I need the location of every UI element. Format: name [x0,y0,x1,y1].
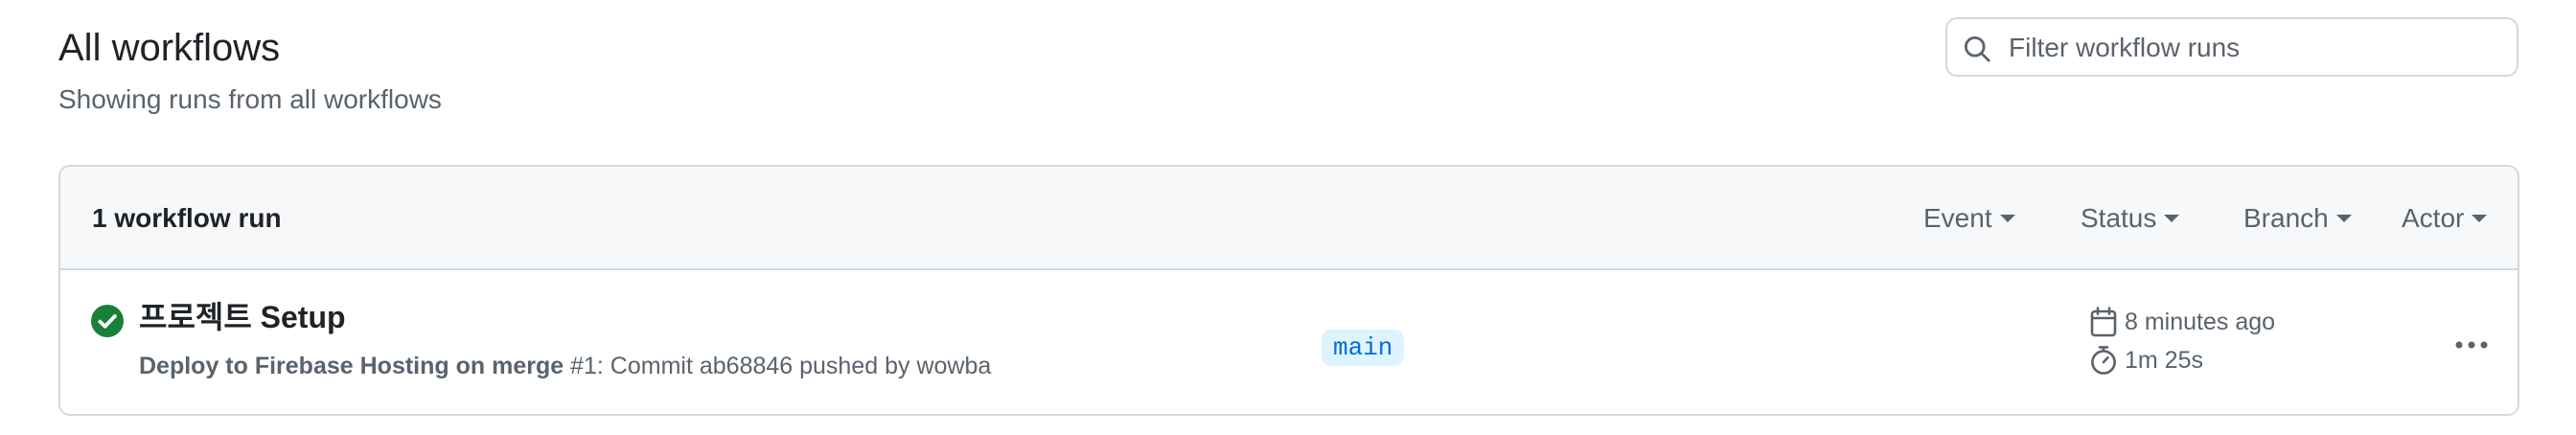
calendar-icon [2090,307,2117,337]
actor-filter[interactable]: Actor [2402,201,2488,236]
duration: 1m 25s [2125,347,2203,374]
caret-down-icon [1999,215,2015,222]
page-subtitle: Showing runs from all workflows [58,84,442,114]
workflow-runs-box: 1 workflow run Event Status Branch Actor… [58,165,2519,416]
run-count: 1 workflow run [92,203,282,233]
runs-header: 1 workflow run Event Status Branch Actor [60,167,2518,270]
status-filter[interactable]: Status [2081,201,2180,236]
caret-down-icon [2335,215,2352,222]
stopwatch-icon [2091,346,2116,375]
page-title: All workflows [58,27,281,69]
caret-down-icon [2472,215,2488,222]
status-filter-label: Status [2081,203,2157,233]
check-circle-icon [91,305,124,337]
branch-filter[interactable]: Branch [2243,201,2352,236]
caret-down-icon [2164,215,2180,222]
run-description: : Commit ab68846 pushed by wowba [596,353,992,379]
kebab-horizontal-icon [2455,341,2488,349]
search-icon [1964,35,1990,62]
workflow-name[interactable]: Deploy to Firebase Hosting on merge [139,353,564,379]
actor-filter-label: Actor [2402,203,2465,233]
branch-filter-label: Branch [2243,203,2329,233]
filter-runs-box[interactable] [1945,17,2518,77]
run-number: #1 [570,353,597,379]
event-filter[interactable]: Event [1923,201,2015,236]
workflow-run-row[interactable]: 프로젝트 Setup Deploy to Firebase Hosting on… [60,270,2518,414]
run-menu-button[interactable] [2450,328,2493,362]
time-ago: 8 minutes ago [2125,309,2276,335]
event-filter-label: Event [1923,203,1992,233]
run-title-link[interactable]: 프로젝트 Setup [139,297,346,337]
run-time: 8 minutes ago [2090,307,2275,337]
branch-badge[interactable]: main [1322,330,1405,366]
run-duration: 1m 25s [2090,345,2203,376]
run-meta: Deploy to Firebase Hosting on merge #1: … [139,351,991,381]
filter-runs-input[interactable] [2007,27,2509,69]
